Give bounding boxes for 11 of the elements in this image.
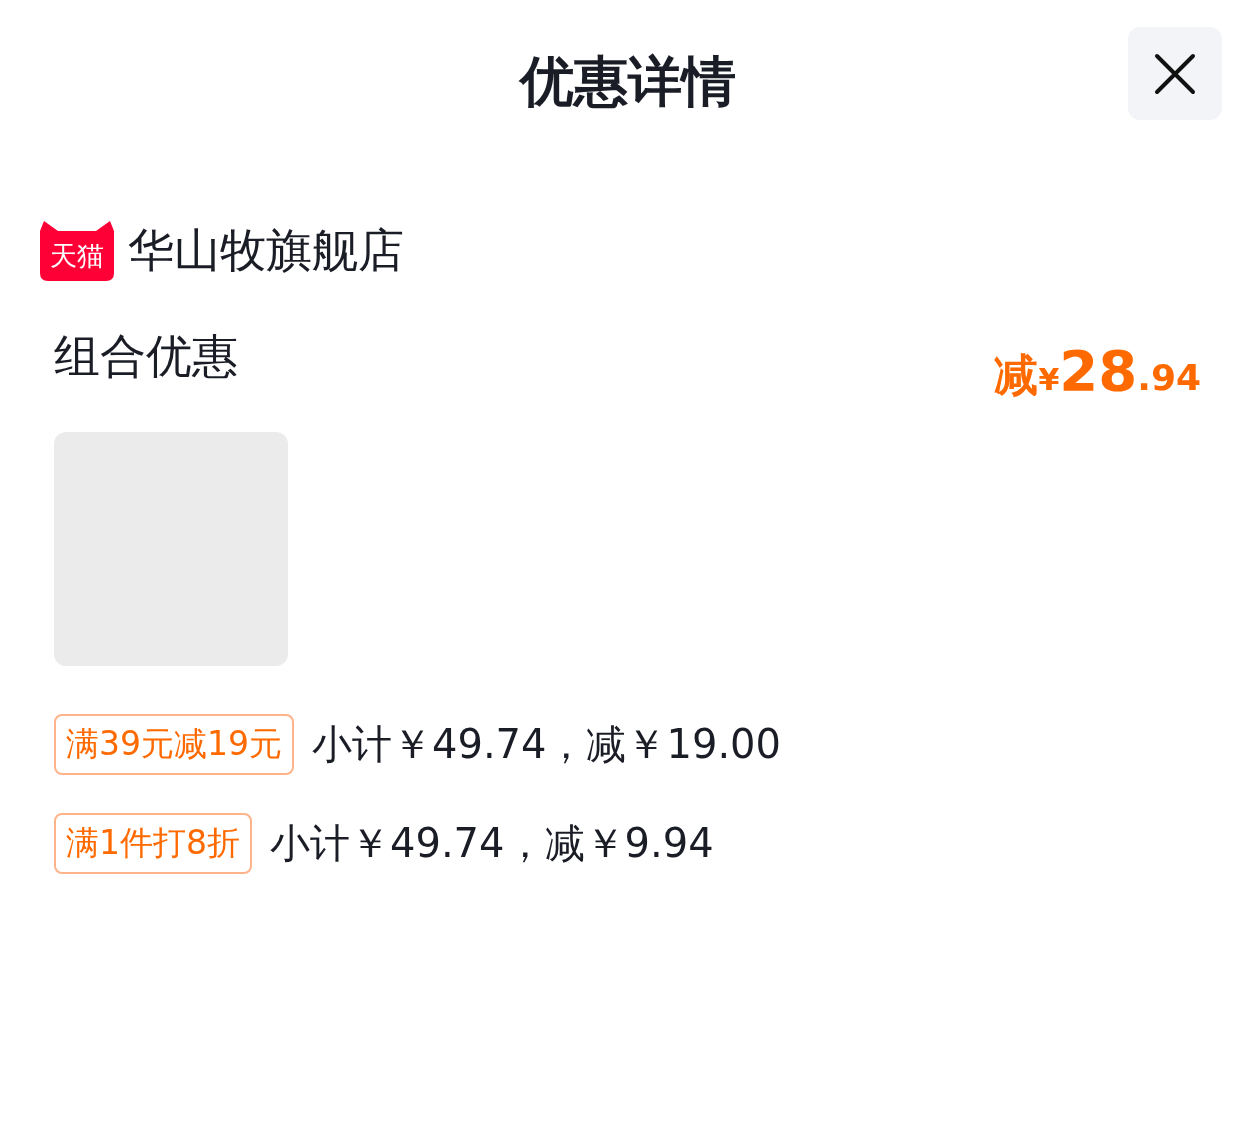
store-badge: 天猫 <box>40 221 114 281</box>
store-name: 华山牧旗舰店 <box>128 222 404 279</box>
close-button[interactable] <box>1128 27 1222 120</box>
subtotal-text: 小计￥49.74，减￥9.94 <box>270 819 714 868</box>
promotion-title: 组合优惠 <box>54 328 239 385</box>
discount-amount: 减¥28.94 <box>994 338 1201 405</box>
subtotal-text: 小计￥49.74，减￥19.00 <box>312 720 781 769</box>
close-icon <box>1153 51 1197 96</box>
dialog-title: 优惠详情 <box>519 49 736 115</box>
promotion-tag: 满39元减19元 <box>54 714 294 775</box>
promotion-tag: 满1件打8折 <box>54 813 252 874</box>
